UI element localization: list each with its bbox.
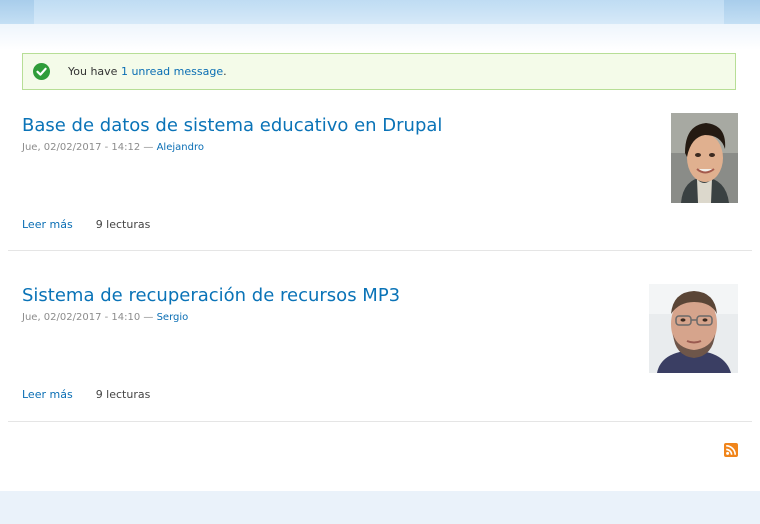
article-teaser: Base de datos de sistema educativo en Dr… [0, 113, 760, 245]
header-left-edge [0, 0, 34, 24]
header-bar [0, 0, 760, 24]
header-fade [0, 24, 760, 50]
read-more-link[interactable]: Leer más [22, 388, 73, 401]
author-link[interactable]: Sergio [157, 312, 189, 323]
avatar-picture [649, 284, 738, 373]
footer-bar [0, 491, 760, 524]
author-avatar[interactable] [649, 284, 738, 373]
article-links: Leer más 9 lecturas [22, 388, 150, 401]
rss-feed-link[interactable] [724, 442, 738, 457]
article-separator [8, 421, 752, 422]
article-links: Leer más 9 lecturas [22, 218, 150, 231]
read-count: 9 lecturas [95, 388, 151, 401]
article-submitted: Jue, 02/02/2017 - 14:12 — Alejandro [22, 142, 204, 153]
avatar-picture [671, 113, 738, 203]
rss-icon [724, 443, 738, 457]
article-date: Jue, 02/02/2017 - 14:12 [22, 142, 141, 153]
article-teaser: Sistema de recuperación de recursos MP3 … [0, 284, 760, 415]
article-date: Jue, 02/02/2017 - 14:10 [22, 312, 141, 323]
meta-separator: — [140, 312, 157, 323]
meta-separator: — [140, 142, 157, 153]
read-more-link[interactable]: Leer más [22, 218, 73, 231]
status-message: You have 1 unread message. [22, 53, 736, 90]
status-suffix: . [223, 65, 227, 78]
author-avatar[interactable] [671, 113, 738, 203]
author-link[interactable]: Alejandro [157, 142, 204, 153]
status-prefix: You have [68, 65, 121, 78]
check-icon [33, 63, 50, 80]
article-submitted: Jue, 02/02/2017 - 14:10 — Sergio [22, 312, 188, 323]
article-separator [8, 250, 752, 251]
article-title-link[interactable]: Base de datos de sistema educativo en Dr… [22, 115, 442, 136]
status-text: You have 1 unread message. [68, 65, 227, 78]
unread-messages-link[interactable]: 1 unread message [121, 65, 223, 78]
header-right-edge [724, 0, 760, 24]
read-count: 9 lecturas [95, 218, 151, 231]
article-title-link[interactable]: Sistema de recuperación de recursos MP3 [22, 285, 400, 306]
